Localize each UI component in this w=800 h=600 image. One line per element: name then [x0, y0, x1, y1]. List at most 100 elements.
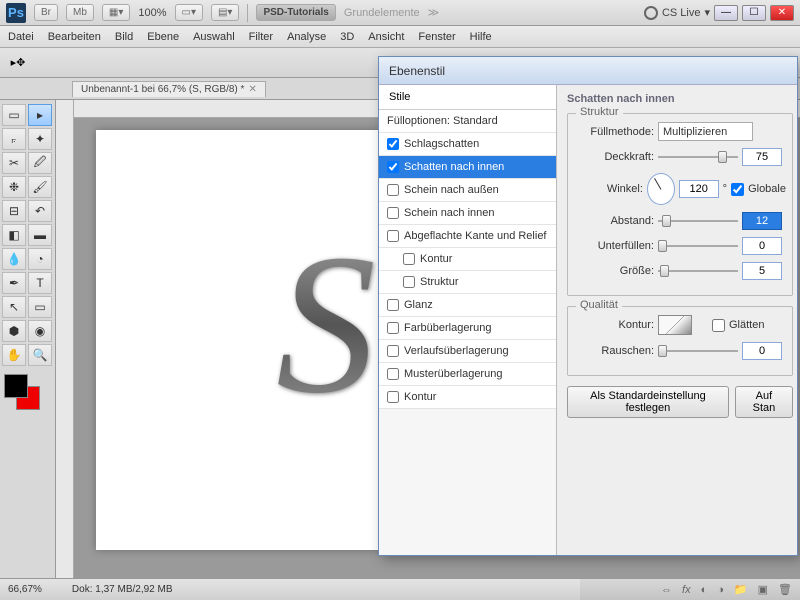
quality-label: Qualität — [576, 299, 622, 311]
style-stroke[interactable]: Kontur — [379, 386, 556, 409]
layers-panel-footer: ⇔ fx ◐ ◑ 📁 ▣ 🗑 — [580, 578, 800, 600]
size-label: Größe: — [576, 265, 654, 277]
3d-camera-tool[interactable]: ◉ — [28, 320, 52, 342]
menu-filter[interactable]: Filter — [249, 31, 273, 43]
make-default-button[interactable]: Als Standardeinstellung festlegen — [567, 386, 729, 418]
zoom-tool[interactable]: 🔍 — [28, 344, 52, 366]
choke-slider[interactable] — [658, 239, 738, 253]
zoom-display[interactable]: 100% — [138, 7, 166, 19]
reset-default-button[interactable]: Auf Stan — [735, 386, 793, 418]
more-workspaces-icon[interactable]: ≫ — [428, 6, 440, 19]
mask-icon[interactable]: ◐ — [701, 584, 708, 596]
type-tool[interactable]: T — [28, 272, 52, 294]
eraser-tool[interactable]: ◧ — [2, 224, 26, 246]
status-zoom[interactable]: 66,67% — [8, 584, 42, 595]
size-input[interactable] — [742, 262, 782, 280]
style-color-overlay[interactable]: Farbüberlagerung — [379, 317, 556, 340]
style-bevel[interactable]: Abgeflachte Kante und Relief — [379, 225, 556, 248]
choke-input[interactable] — [742, 237, 782, 255]
menu-bild[interactable]: Bild — [115, 31, 133, 43]
document-tab[interactable]: Unbenannt-1 bei 66,7% (S, RGB/8) * ✕ — [72, 81, 266, 97]
style-inner-shadow[interactable]: Schatten nach innen — [379, 156, 556, 179]
antialias-checkbox[interactable] — [712, 319, 725, 332]
angle-input[interactable] — [679, 180, 719, 198]
style-drop-shadow[interactable]: Schlagschatten — [379, 133, 556, 156]
dialog-title[interactable]: Ebenenstil — [379, 57, 797, 85]
trash-icon[interactable]: 🗑 — [778, 583, 792, 596]
blendmode-label: Füllmethode: — [576, 126, 654, 138]
size-slider[interactable] — [658, 264, 738, 278]
fx-icon[interactable]: fx — [682, 584, 691, 596]
blendmode-dropdown[interactable]: Multiplizieren — [658, 122, 753, 141]
contour-picker[interactable] — [658, 315, 692, 335]
brush-tool[interactable]: 🖌 — [28, 176, 52, 198]
style-fill-options[interactable]: Fülloptionen: Standard — [379, 110, 556, 133]
style-bevel-texture[interactable]: Struktur — [379, 271, 556, 294]
move-tool[interactable]: ▸ — [28, 104, 52, 126]
menu-auswahl[interactable]: Auswahl — [193, 31, 235, 43]
styles-header[interactable]: Stile — [379, 85, 556, 110]
style-bevel-contour[interactable]: Kontur — [379, 248, 556, 271]
bridge-button[interactable]: Br — [34, 4, 58, 21]
status-doc-size[interactable]: Dok: 1,37 MB/2,92 MB — [72, 584, 173, 595]
minimize-button[interactable]: — — [714, 5, 738, 21]
hand-tool[interactable]: ✋ — [2, 344, 26, 366]
opacity-slider[interactable] — [658, 150, 738, 164]
cslive-button[interactable]: CS Live ▾ — [644, 6, 710, 20]
foreground-swatch[interactable] — [4, 374, 28, 398]
close-tab-icon[interactable]: ✕ — [248, 84, 256, 95]
maximize-button[interactable]: ☐ — [742, 5, 766, 21]
menu-fenster[interactable]: Fenster — [418, 31, 455, 43]
pen-tool[interactable]: ✒ — [2, 272, 26, 294]
menu-datei[interactable]: Datei — [8, 31, 34, 43]
noise-input[interactable] — [742, 342, 782, 360]
opacity-input[interactable] — [742, 148, 782, 166]
3d-tool[interactable]: ⬢ — [2, 320, 26, 342]
adjustment-icon[interactable]: ◑ — [717, 584, 724, 596]
menu-hilfe[interactable]: Hilfe — [470, 31, 492, 43]
close-button[interactable]: ✕ — [770, 5, 794, 21]
blur-tool[interactable]: 💧 — [2, 248, 26, 270]
style-pattern-overlay[interactable]: Musterüberlagerung — [379, 363, 556, 386]
color-swatches[interactable] — [2, 374, 42, 414]
wand-tool[interactable]: ✦ — [28, 128, 52, 150]
stamp-tool[interactable]: ⊟ — [2, 200, 26, 222]
noise-slider[interactable] — [658, 344, 738, 358]
ruler-vertical[interactable] — [56, 100, 74, 578]
crop-tool[interactable]: ✂ — [2, 152, 26, 174]
marquee-tool[interactable]: ▭ — [2, 104, 26, 126]
menu-analyse[interactable]: Analyse — [287, 31, 326, 43]
workspace-tab-psd[interactable]: PSD-Tutorials — [256, 4, 335, 21]
path-tool[interactable]: ↖ — [2, 296, 26, 318]
distance-input[interactable] — [742, 212, 782, 230]
dodge-tool[interactable]: ◔ — [28, 248, 52, 270]
distance-slider[interactable] — [658, 214, 738, 228]
shape-tool[interactable]: ▭ — [28, 296, 52, 318]
history-brush-tool[interactable]: ↶ — [28, 200, 52, 222]
style-gradient-overlay[interactable]: Verlaufsüberlagerung — [379, 340, 556, 363]
style-satin[interactable]: Glanz — [379, 294, 556, 317]
global-light-checkbox[interactable] — [731, 183, 744, 196]
arrange-button[interactable]: ▤▾ — [211, 4, 239, 21]
menu-ansicht[interactable]: Ansicht — [368, 31, 404, 43]
menu-3d[interactable]: 3D — [340, 31, 354, 43]
menu-bearbeiten[interactable]: Bearbeiten — [48, 31, 101, 43]
minibridge-button[interactable]: Mb — [66, 4, 94, 21]
screen-mode-button[interactable]: ▦▾ — [102, 4, 130, 21]
new-layer-icon[interactable]: ▣ — [758, 583, 768, 596]
angle-dial[interactable] — [647, 173, 675, 205]
eyedropper-tool[interactable]: 🖉 — [28, 152, 52, 174]
style-outer-glow[interactable]: Schein nach außen — [379, 179, 556, 202]
lasso-tool[interactable]: ⟔ — [2, 128, 26, 150]
healing-tool[interactable]: ❉ — [2, 176, 26, 198]
workspace-tab-grund[interactable]: Grundelemente — [344, 7, 420, 19]
panel-title: Schatten nach innen — [567, 93, 675, 105]
cslive-icon — [644, 6, 658, 20]
gradient-tool[interactable]: ▬ — [28, 224, 52, 246]
view-extras-button[interactable]: ▭▾ — [175, 4, 203, 21]
link-icon[interactable]: ⇔ — [661, 584, 672, 596]
style-inner-glow[interactable]: Schein nach innen — [379, 202, 556, 225]
settings-panel: Schatten nach innen Struktur Füllmethode… — [557, 85, 797, 555]
folder-icon[interactable]: 📁 — [734, 583, 748, 596]
menu-ebene[interactable]: Ebene — [147, 31, 179, 43]
